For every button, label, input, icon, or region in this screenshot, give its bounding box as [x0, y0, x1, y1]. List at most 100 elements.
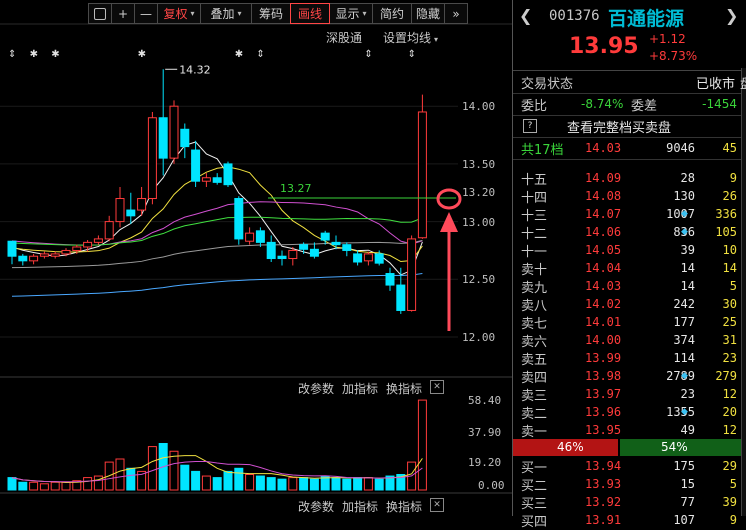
- more-button[interactable]: »: [444, 3, 468, 24]
- bid-row[interactable]: 买一 13.94 175 29: [513, 457, 741, 476]
- ask-row[interactable]: 卖一 13.95 49 12: [513, 421, 741, 440]
- zoom-out-button[interactable]: —: [134, 3, 158, 24]
- level-price: 13.99: [585, 351, 622, 365]
- level-change: 12: [722, 423, 737, 437]
- ask-row[interactable]: 卖八 14.02 242 30: [513, 295, 741, 314]
- window-toggle-button[interactable]: [88, 3, 112, 24]
- ask-row[interactable]: 十二 14.06 836 ◆ 105: [513, 223, 741, 242]
- total-levels-price: 14.03: [585, 141, 622, 155]
- level-label: 卖二: [521, 406, 548, 422]
- ask-row[interactable]: 卖九 14.03 14 5: [513, 277, 741, 296]
- red-circle-marker: [436, 188, 462, 210]
- side-strip[interactable]: [741, 68, 746, 516]
- bid-row[interactable]: 买四 13.91 107 9: [513, 511, 741, 530]
- price-chart-svg[interactable]: 14.32 13.27 ⇕ ✱ ✱ ✱ ✱ ⇕ ⇕ ⇕: [0, 0, 512, 516]
- add-indicator-button[interactable]: 加指标: [342, 380, 378, 397]
- candle-body: [93, 238, 103, 243]
- zoom-in-button[interactable]: +: [111, 3, 135, 24]
- level-label: 买二: [521, 478, 548, 494]
- signal-marker-icon: ⇕: [8, 49, 16, 60]
- total-levels-row: 共17档 14.03 9046 45: [513, 139, 741, 158]
- volume-indicator-bar: 改参数 加指标 换指标 ✕: [298, 380, 445, 397]
- ask-row[interactable]: 卖六 14.00 374 31: [513, 331, 741, 350]
- level-change: 26: [722, 189, 737, 203]
- forward-icon[interactable]: ❯: [725, 6, 738, 25]
- edit-params-button[interactable]: 改参数: [298, 380, 334, 397]
- total-levels-chg: 45: [722, 141, 737, 155]
- total-levels-label: 共17档: [521, 142, 564, 158]
- hide-button[interactable]: 隐藏: [411, 3, 445, 24]
- volume-bar: [331, 477, 341, 491]
- ask-row[interactable]: 十一 14.05 39 10: [513, 241, 741, 260]
- full-order-book-link[interactable]: ? 查看完整档买卖盘: [513, 117, 741, 136]
- side-tab[interactable]: 盘: [740, 73, 746, 93]
- price-axis-label: 12.50: [462, 273, 496, 286]
- kline-chart-area[interactable]: 14.32 13.27 ⇕ ✱ ✱ ✱ ✱ ⇕ ⇕ ⇕: [0, 0, 512, 516]
- candle-body: [417, 111, 427, 239]
- close-icon[interactable]: ✕: [430, 380, 445, 394]
- volume-bar: [234, 467, 244, 491]
- switch-indicator-button[interactable]: 换指标: [386, 380, 422, 397]
- bid-row[interactable]: 买二 13.93 15 5: [513, 475, 741, 494]
- chip-distribution-button[interactable]: 筹码: [251, 3, 291, 24]
- ask-row[interactable]: 卖五 13.99 114 23: [513, 349, 741, 368]
- help-icon[interactable]: ?: [523, 119, 537, 133]
- back-icon[interactable]: ❮: [519, 6, 532, 25]
- ask-row[interactable]: 卖二 13.96 1355 ◆ 20: [513, 403, 741, 422]
- level-volume: 23: [680, 387, 695, 401]
- candle-body: [115, 198, 125, 223]
- close-icon[interactable]: ✕: [430, 498, 445, 512]
- level-change: 30: [722, 297, 737, 311]
- ask-row[interactable]: 卖七 14.01 177 25: [513, 313, 741, 332]
- level-change: 14: [722, 261, 737, 275]
- hsgt-indicator-label[interactable]: 深股通: [326, 29, 362, 46]
- level-volume: 130: [673, 189, 695, 203]
- candle-body: [61, 249, 71, 255]
- level-label: 卖八: [521, 298, 548, 314]
- level-volume: 77: [680, 495, 695, 509]
- volume-axis-label: 19.20: [468, 456, 502, 469]
- volume-bar: [223, 470, 233, 491]
- set-moving-average-button[interactable]: 设置均线 ▾: [383, 29, 438, 46]
- candle-body: [320, 232, 330, 241]
- level-label: 卖三: [521, 388, 548, 404]
- signal-marker-icon: ⇕: [364, 49, 372, 60]
- level-price: 13.91: [585, 513, 622, 527]
- volume-bar: [266, 477, 276, 491]
- draw-line-button[interactable]: 画线: [290, 3, 330, 24]
- simple-mode-button[interactable]: 简约: [372, 3, 412, 24]
- volume-bar: [7, 477, 17, 491]
- level-change: 5: [729, 279, 737, 293]
- weibi-value: -8.74%: [581, 97, 624, 111]
- ask-row[interactable]: 卖三 13.97 23 12: [513, 385, 741, 404]
- weicha-value: -1454: [702, 97, 737, 111]
- candle-body: [396, 284, 406, 311]
- ask-row[interactable]: 十三 14.07 1007 ◆ 336: [513, 205, 741, 224]
- stock-name: 百通能源: [608, 8, 685, 30]
- candle-body: [407, 238, 417, 311]
- add-indicator-button[interactable]: 加指标: [342, 498, 378, 515]
- draw-line-button-label: 画线: [297, 7, 322, 21]
- ask-row[interactable]: 十五 14.09 28 9: [513, 169, 741, 188]
- ask-row[interactable]: 十四 14.08 130 26: [513, 187, 741, 206]
- volume-bar: [374, 478, 384, 491]
- volume-bar: [29, 481, 39, 491]
- divider-line: [513, 93, 741, 94]
- level-label: 卖五: [521, 352, 548, 368]
- more-button-label: »: [452, 6, 460, 21]
- ask-row[interactable]: 卖十 14.04 14 14: [513, 259, 741, 278]
- display-dropdown-label: 显示: [335, 7, 360, 21]
- adjust-price-dropdown[interactable]: 复权 ▾: [157, 3, 201, 24]
- level-volume: 14: [680, 279, 695, 293]
- bid-row[interactable]: 买三 13.92 77 39: [513, 493, 741, 512]
- level-change: 25: [722, 315, 737, 329]
- switch-indicator-button[interactable]: 换指标: [386, 498, 422, 515]
- display-dropdown[interactable]: 显示 ▾: [329, 3, 373, 24]
- divider-line: [513, 159, 741, 160]
- level-change: 39: [722, 495, 737, 509]
- level-price: 13.98: [585, 369, 622, 383]
- volume-bar: [342, 478, 352, 491]
- ask-row[interactable]: 卖四 13.98 2789 ◆ 279: [513, 367, 741, 386]
- overlay-dropdown[interactable]: 叠加 ▾: [200, 3, 252, 24]
- edit-params-button[interactable]: 改参数: [298, 498, 334, 515]
